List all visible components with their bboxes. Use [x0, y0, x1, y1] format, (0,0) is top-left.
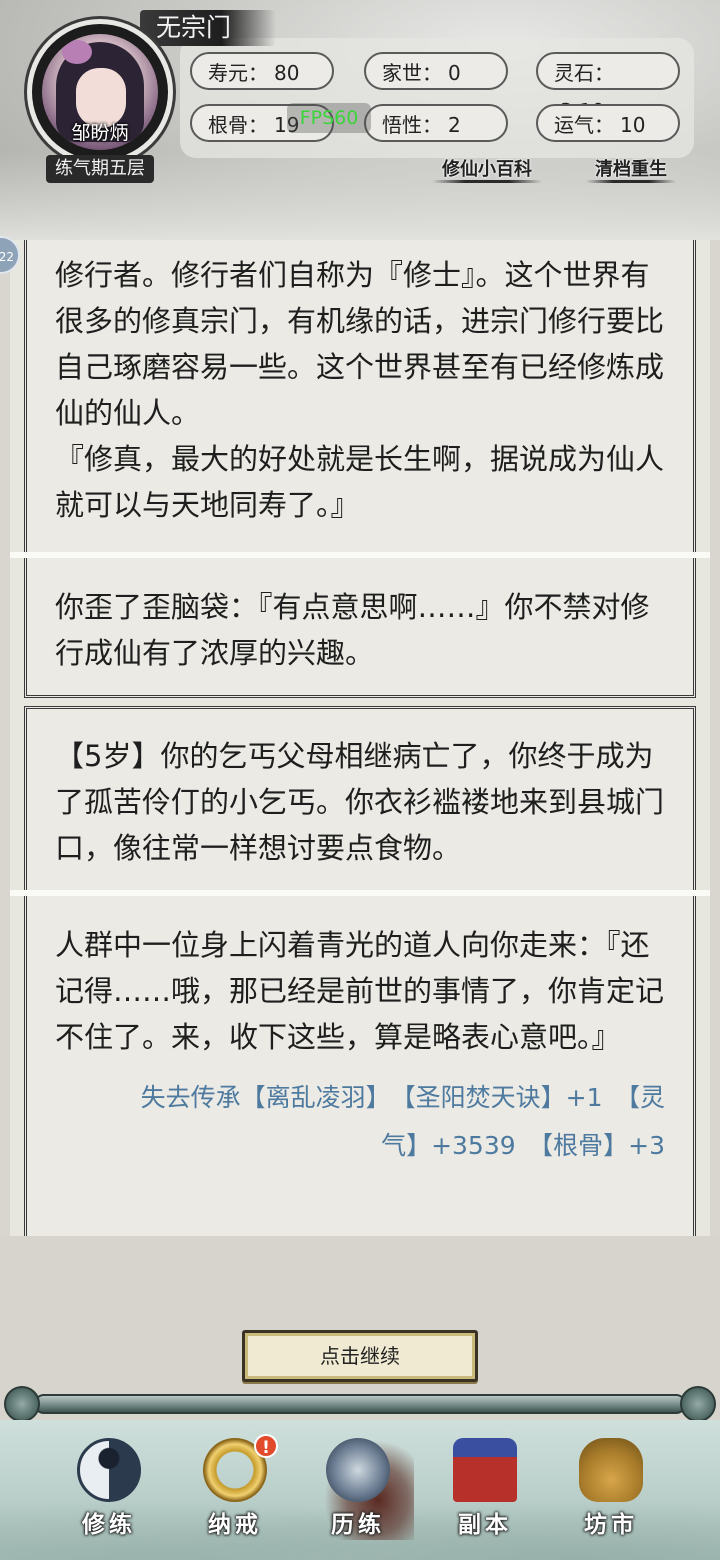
sect-name: 无宗门 — [140, 10, 276, 46]
stat-comprehension-label: 悟性： — [382, 113, 442, 137]
story-entry: 修行者。修行者们自称为『修士』。这个世界有很多的修真宗门，有机缘的话，进宗门修行… — [24, 240, 696, 552]
story-paragraph: 人群中一位身上闪着青光的道人向你走来：『还记得……哦，那已经是前世的事情了，你肯… — [55, 928, 665, 1054]
reset-save-link[interactable]: 清档重生 — [586, 155, 676, 185]
scroll-divider — [4, 1386, 716, 1422]
stat-lifespan-label: 寿元： — [208, 61, 268, 85]
nav-tab-adventure[interactable]: 历练 — [303, 1428, 413, 1552]
stat-luck-label: 运气： — [554, 113, 614, 137]
nav-label: 修练 — [82, 1512, 136, 1538]
nav-label: 坊市 — [584, 1512, 638, 1538]
alert-badge: ! — [254, 1434, 278, 1458]
stat-family-label: 家世： — [382, 61, 442, 85]
reward-line: 失去传承【离乱凌羽】 【圣阳焚天诀】+1 【灵 — [140, 1083, 665, 1112]
reward-line: 气】+3539 【根骨】+3 — [381, 1131, 665, 1160]
nav-tab-market[interactable]: 坊市 — [556, 1428, 666, 1552]
cauldron-icon — [579, 1438, 643, 1502]
taiji-icon — [77, 1438, 141, 1502]
stat-comprehension: 悟性： 2 — [364, 104, 508, 142]
stat-comprehension-value: 2 — [448, 113, 461, 137]
story-paragraph: 你歪了歪脑袋：『有点意思啊……』你不禁对修行成仙有了浓厚的兴趣。 — [55, 590, 650, 670]
stats-panel: 寿元：80 家世：0 灵石：3.10w 根骨：19 悟性：2 运气：10 — [180, 38, 694, 158]
story-entry: 你歪了歪脑袋：『有点意思啊……』你不禁对修行成仙有了浓厚的兴趣。 — [24, 558, 696, 698]
stat-family-value: 0 — [448, 61, 461, 85]
story-entry: 【5岁】你的乞丐父母相继病亡了，你终于成为了孤苦伶仃的小乞丐。你衣衫褴褛地来到县… — [24, 706, 696, 890]
stat-spirit-stones: 灵石：3.10w — [536, 52, 680, 123]
cultivation-realm: 练气期五层 — [46, 155, 154, 183]
fps-counter: FPS60 — [287, 103, 371, 133]
nav-label: 副本 — [458, 1512, 512, 1538]
nav-label: 纳戒 — [208, 1512, 262, 1538]
temple-icon — [453, 1438, 517, 1502]
continue-button[interactable]: 点击继续 — [242, 1330, 478, 1382]
stat-root-bone-label: 根骨： — [208, 113, 268, 137]
story-paragraph: 【5岁】你的乞丐父母相继病亡了，你终于成为了孤苦伶仃的小乞丐。你衣衫褴褛地来到县… — [55, 739, 665, 865]
stat-luck-value: 10 — [620, 113, 646, 137]
status-header: 寿元：80 家世：0 灵石：3.10w 根骨：19 悟性：2 运气：10 FPS… — [0, 0, 720, 240]
nav-label: 历练 — [331, 1512, 385, 1538]
story-log[interactable]: 修行者。修行者们自称为『修士』。这个世界有很多的修真宗门，有机缘的话，进宗门修行… — [10, 240, 710, 1236]
stat-lifespan: 寿元： 80 — [190, 52, 334, 90]
stat-lifespan-value: 80 — [274, 61, 300, 85]
nav-tab-cultivate[interactable]: 修练 — [54, 1428, 164, 1552]
reward-summary: 失去传承【离乱凌羽】 【圣阳焚天诀】+1 【灵 气】+3539 【根骨】+3 — [55, 1074, 665, 1170]
character-name: 邹盼炳 — [71, 122, 129, 144]
encyclopedia-link[interactable]: 修仙小百科 — [432, 155, 542, 185]
stat-spirit-stones-label: 灵石： — [554, 61, 614, 85]
nav-tab-dungeon[interactable]: 副本 — [430, 1428, 540, 1552]
stat-family: 家世： 0 — [364, 52, 508, 90]
mountain-icon — [326, 1438, 390, 1502]
story-entry: 人群中一位身上闪着青光的道人向你走来：『还记得……哦，那已经是前世的事情了，你肯… — [24, 896, 696, 1236]
story-paragraph: 修行者。修行者们自称为『修士』。这个世界有很多的修真宗门，有机缘的话，进宗门修行… — [55, 258, 665, 522]
stat-luck: 运气： 10 — [536, 104, 680, 142]
